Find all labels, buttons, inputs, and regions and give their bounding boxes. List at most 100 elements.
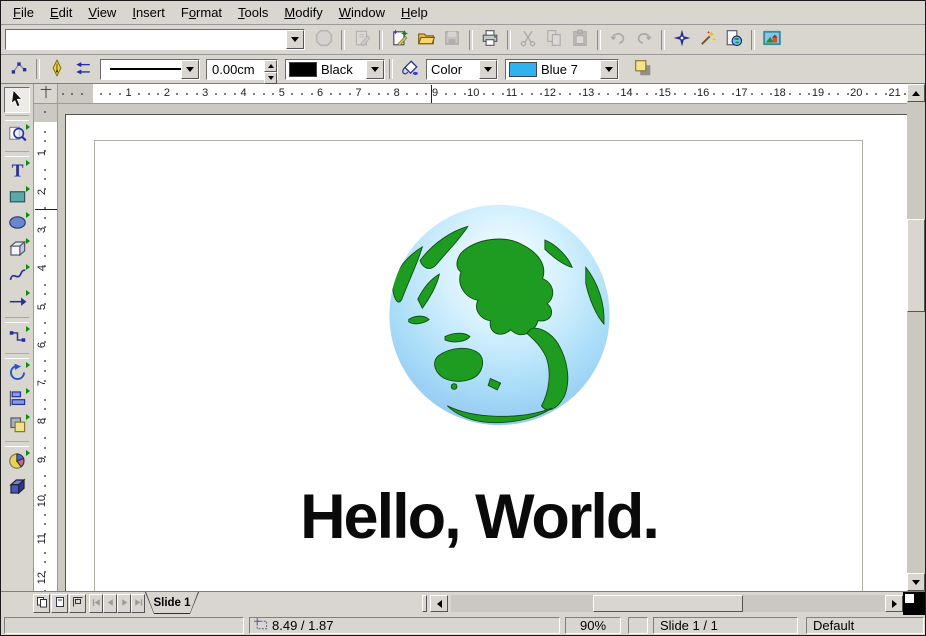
ruler-origin-button[interactable] (34, 84, 58, 104)
master-view-button[interactable] (51, 594, 68, 613)
globe-image[interactable] (386, 201, 613, 429)
edit-file-icon (353, 29, 371, 50)
lines-arrows-tool-button[interactable] (4, 289, 30, 315)
vertical-scrollbar[interactable] (907, 84, 925, 591)
menu-help[interactable]: Help (393, 3, 436, 22)
line-width-value[interactable]: 0.00cm (207, 60, 255, 79)
text-tool-button[interactable]: T (4, 159, 30, 185)
shadow-button[interactable] (631, 57, 655, 81)
line-style-select[interactable] (100, 59, 200, 80)
corner-notch (905, 594, 914, 603)
menu-view[interactable]: View (80, 3, 124, 22)
menu-edit[interactable]: Edit (42, 3, 80, 22)
flyout-arrow-icon (26, 186, 30, 192)
3d-objects-tool-button[interactable] (4, 237, 30, 263)
select-arrow-icon (8, 89, 27, 111)
status-position-field: 8.49 / 1.87 (249, 617, 560, 634)
select-tool-button[interactable] (4, 87, 30, 113)
url-combobox-value[interactable] (6, 30, 286, 49)
url-combobox[interactable] (5, 29, 305, 50)
menu-insert[interactable]: Insert (124, 3, 173, 22)
area-style-value[interactable]: Color (427, 60, 479, 79)
vertical-ruler: 123456789101112 (34, 104, 58, 591)
arrange-tool-button[interactable] (4, 413, 30, 439)
paste-button (568, 28, 592, 52)
connectors-tool-button[interactable] (4, 325, 30, 351)
last-slide-button (131, 594, 145, 613)
dropdown-arrow-icon[interactable] (181, 60, 199, 79)
menu-file[interactable]: File (5, 3, 42, 22)
toolbar-separator (5, 115, 29, 121)
menu-window[interactable]: Window (331, 3, 393, 22)
alignment-tool-button[interactable] (4, 387, 30, 413)
dropdown-arrow-icon[interactable] (286, 30, 304, 49)
drawing-canvas[interactable]: Hello, World. (58, 104, 909, 591)
spin-down-icon[interactable] (264, 72, 277, 84)
dropdown-arrow-icon[interactable] (600, 60, 618, 79)
dropdown-arrow-icon[interactable] (479, 60, 497, 79)
flyout-arrow-icon (26, 450, 30, 456)
toolbar-separator (751, 30, 755, 50)
curve-tool-button[interactable] (4, 263, 30, 289)
gallery-button[interactable] (760, 28, 784, 52)
page-view-button[interactable] (33, 594, 50, 613)
print-button[interactable] (478, 28, 502, 52)
scroll-up-button[interactable] (907, 84, 925, 102)
line-color-select[interactable]: Black (285, 59, 385, 80)
paste-icon (571, 29, 589, 50)
app-window: FileEditViewInsertFormatToolsModifyWindo… (0, 0, 926, 636)
menu-tools[interactable]: Tools (230, 3, 276, 22)
new-from-template-button[interactable] (388, 28, 412, 52)
edit-file-button (350, 28, 374, 52)
status-modified-field (628, 617, 648, 634)
line-dialog-button[interactable] (45, 57, 69, 81)
3d-controller-tool-button[interactable] (4, 475, 30, 501)
scroll-down-button[interactable] (907, 573, 925, 591)
function-bar-buttons (311, 28, 785, 52)
insert-hyperlink-button[interactable] (722, 28, 746, 52)
spin-up-icon[interactable] (264, 60, 277, 72)
toolbar-separator (5, 151, 29, 157)
toolbar-separator (36, 59, 40, 79)
status-zoom-field[interactable]: 90% (565, 617, 621, 634)
slide-nav-buttons (89, 594, 145, 613)
effects-tool-button[interactable] (4, 449, 30, 475)
position-icon (250, 617, 272, 635)
layer-view-button[interactable] (69, 594, 86, 613)
menu-modify[interactable]: Modify (276, 3, 330, 22)
ellipse-tool-button[interactable] (4, 211, 30, 237)
navigator-button[interactable] (670, 28, 694, 52)
edit-points-button[interactable] (7, 57, 31, 81)
slide-title-text[interactable]: Hello, World. (96, 481, 862, 553)
toolbar-separator (661, 30, 665, 50)
slide-page[interactable]: Hello, World. (65, 114, 909, 591)
toolbar-separator (379, 30, 383, 50)
status-page-style-field[interactable]: Default (806, 617, 924, 634)
open-button[interactable] (414, 28, 438, 52)
zoom-tool-button[interactable] (4, 123, 30, 149)
vertical-scroll-thumb[interactable] (907, 219, 925, 312)
area-color-select[interactable]: Blue 7 (505, 59, 619, 80)
menu-format[interactable]: Format (173, 3, 230, 22)
area-color-value[interactable]: Blue 7 (541, 60, 600, 79)
line-width-input[interactable]: 0.00cm (206, 59, 278, 80)
arrow-style-button[interactable] (71, 57, 95, 81)
tab-slide-1[interactable]: Slide 1 (145, 592, 199, 614)
edit-points-icon (10, 59, 28, 80)
area-dialog-button[interactable] (398, 57, 422, 81)
scroll-right-button[interactable] (885, 595, 903, 612)
dropdown-arrow-icon[interactable] (366, 60, 384, 79)
horizontal-scrollbar[interactable] (451, 595, 903, 612)
new-wizard-icon (391, 29, 409, 50)
stop-icon (315, 29, 333, 50)
rotate-tool-button[interactable] (4, 361, 30, 387)
scroll-left-button[interactable] (430, 595, 448, 612)
autopilot-button[interactable] (696, 28, 720, 52)
area-style-select[interactable]: Color (426, 59, 498, 80)
line-color-value[interactable]: Black (321, 60, 366, 79)
gallery-picture-icon (763, 29, 781, 50)
tab-splitter[interactable] (422, 595, 427, 612)
status-field-empty (4, 617, 244, 634)
horizontal-scroll-thumb[interactable] (593, 595, 743, 612)
rectangle-tool-button[interactable] (4, 185, 30, 211)
